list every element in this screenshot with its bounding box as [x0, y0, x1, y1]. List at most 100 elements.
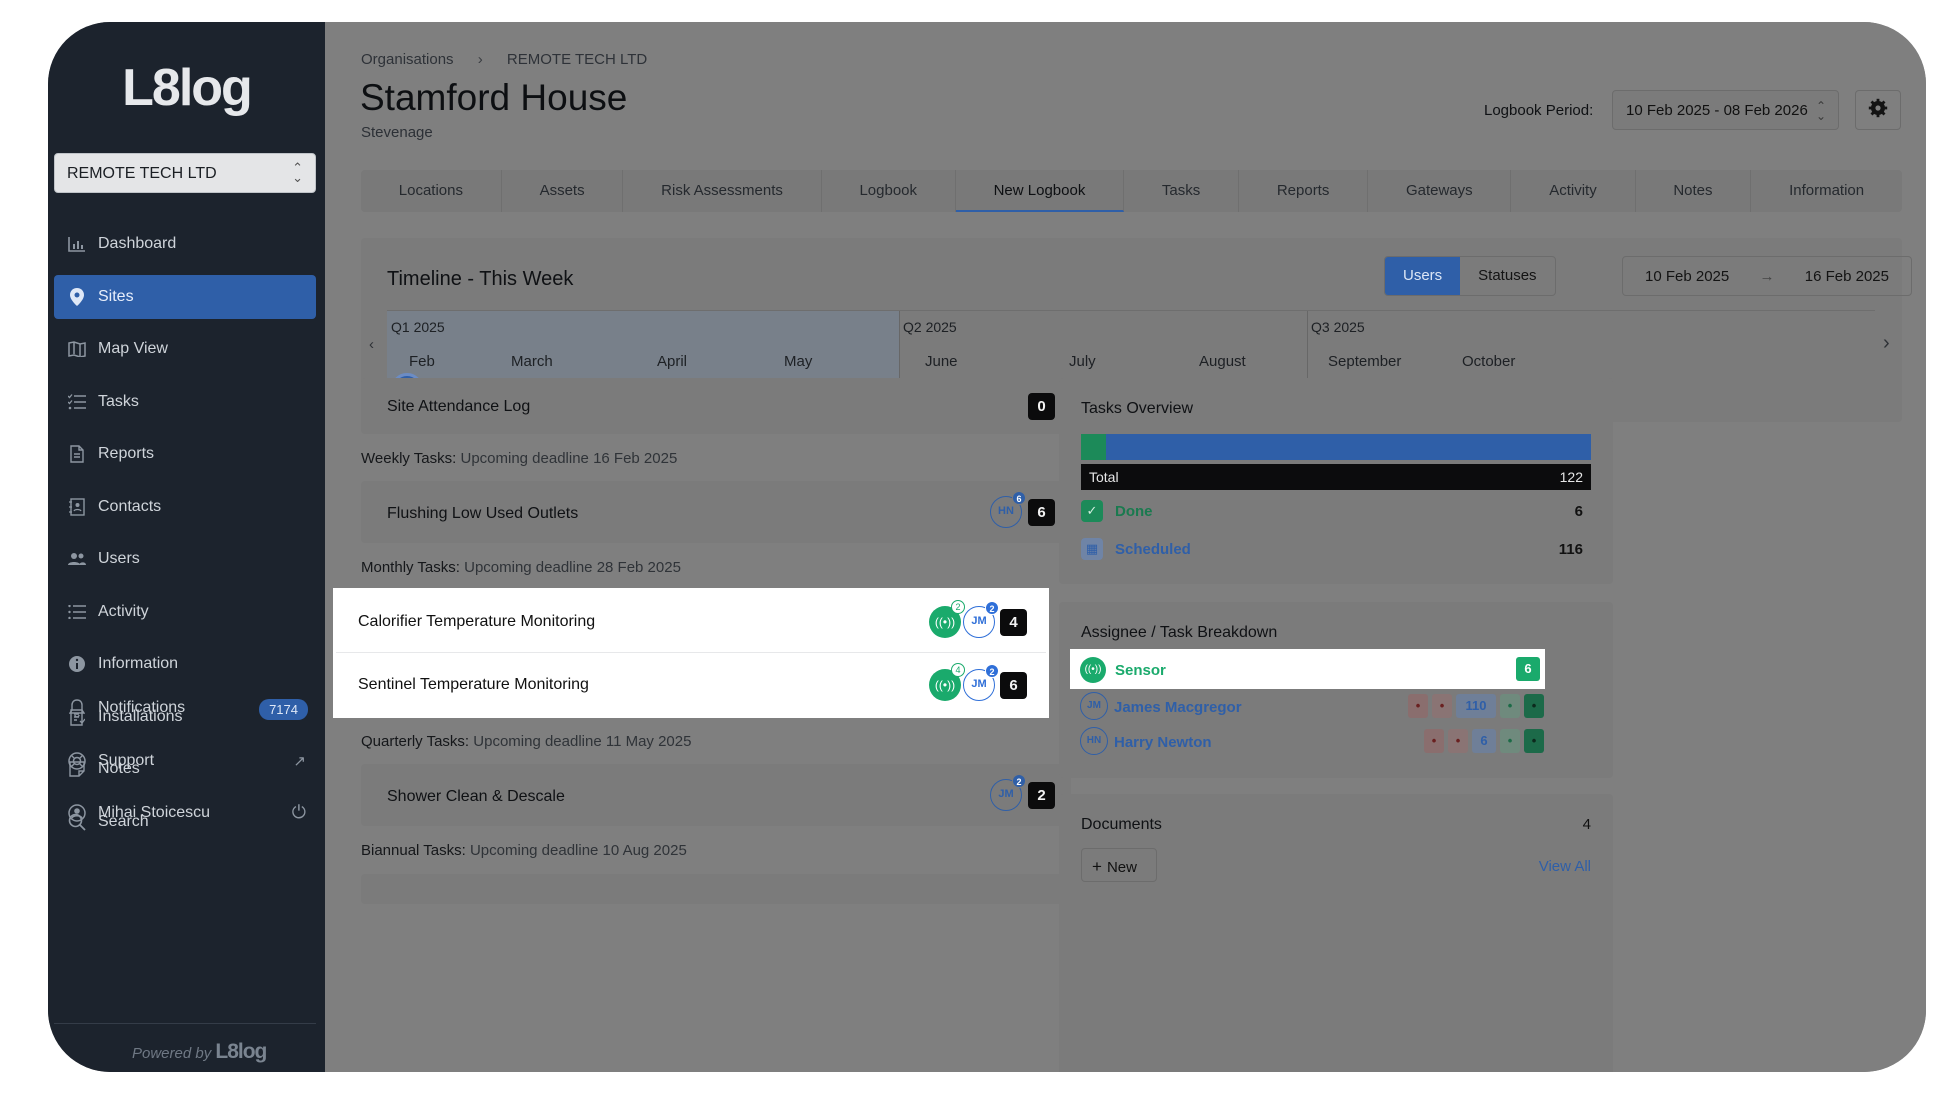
- task-card-flushing[interactable]: Flushing Low Used Outlets HN 6 6: [361, 481, 1071, 543]
- sidebar-item-contacts[interactable]: Contacts: [54, 485, 316, 529]
- activity-list-icon: [66, 601, 88, 623]
- overdue-pill: •: [1424, 729, 1444, 753]
- tab-logbook[interactable]: Logbook: [822, 170, 956, 212]
- map-icon: [66, 338, 88, 360]
- timeline-view-toggle: Users Statuses: [1384, 256, 1556, 296]
- sidebar-item-label: Notifications: [98, 699, 186, 716]
- check-circle-icon: ✓: [1081, 500, 1103, 522]
- user-avatar-icon: [66, 802, 88, 824]
- task-card-shower[interactable]: Shower Clean & Descale JM 2 2: [361, 764, 1071, 826]
- assignee-avatar: HN: [1080, 727, 1108, 755]
- avatar-initials: JM: [998, 788, 1014, 800]
- sidebar-item-map-view[interactable]: Map View: [54, 327, 316, 371]
- sidebar-item-label: Map View: [98, 340, 168, 357]
- assignee-row-sensor[interactable]: ((•)) Sensor 6: [1070, 649, 1545, 689]
- sensor-icon[interactable]: ((•)) 4: [929, 663, 965, 701]
- assignee-avatar[interactable]: JM 2: [990, 774, 1026, 811]
- sensor-icon: ((•)): [1080, 657, 1106, 683]
- select-caret-icon: ⌃ ⌄: [1815, 99, 1826, 123]
- site-attendance-card[interactable]: Site Attendance Log 0: [361, 378, 1071, 434]
- logbook-period-select[interactable]: 10 Feb 2025 - 08 Feb 2026 ⌃ ⌄: [1612, 90, 1839, 130]
- monthly-tasks-heading: Monthly Tasks: Upcoming deadline 28 Feb …: [361, 559, 681, 576]
- settings-button[interactable]: [1855, 90, 1901, 130]
- sidebar-item-users[interactable]: Users: [54, 537, 316, 581]
- task-card-sentinel[interactable]: Sentinel Temperature Monitoring ((•)) 4 J…: [336, 654, 1046, 716]
- arrow-right-icon: →: [1759, 268, 1775, 285]
- done-pill: •: [1524, 694, 1544, 718]
- breadcrumb-organisation[interactable]: REMOTE TECH LTD: [507, 51, 647, 68]
- new-button-label: New: [1106, 859, 1137, 876]
- tab-risk-assessments[interactable]: Risk Assessments: [623, 170, 822, 212]
- task-count-badge: 6: [1028, 499, 1055, 526]
- section-deadline: Upcoming deadline 28 Feb 2025: [464, 559, 681, 576]
- sensor-icon[interactable]: ((•)) 2: [929, 600, 965, 638]
- breadcrumb-organisations[interactable]: Organisations: [361, 51, 454, 68]
- calendar-icon: ▦: [1081, 538, 1103, 560]
- sidebar-item-information[interactable]: Information: [54, 642, 316, 686]
- toggle-users-button[interactable]: Users: [1385, 257, 1461, 295]
- sensor-count-badge: 2: [951, 600, 965, 614]
- timeline-prev-icon[interactable]: ‹: [369, 336, 374, 353]
- sidebar-item-reports[interactable]: Reports: [54, 432, 316, 476]
- logbook-period-value: 10 Feb 2025 - 08 Feb 2026: [1626, 102, 1808, 119]
- organisation-select-value: REMOTE TECH LTD: [67, 165, 217, 182]
- assignee-row-james[interactable]: JM James Macgregor • • 110 • •: [1080, 692, 1550, 724]
- assignee-avatar[interactable]: JM 2: [963, 664, 999, 701]
- quarter-label: Q1 2025: [391, 319, 445, 335]
- tab-information[interactable]: Information: [1751, 170, 1902, 212]
- tab-activity[interactable]: Activity: [1511, 170, 1636, 212]
- organisation-select[interactable]: REMOTE TECH LTD ⌃ ⌄: [54, 153, 316, 193]
- assignee-name: Harry Newton: [1114, 734, 1212, 751]
- task-card-partial[interactable]: [361, 874, 1071, 904]
- powered-by-text: Powered by: [132, 1045, 212, 1062]
- toggle-statuses-button[interactable]: Statuses: [1460, 257, 1554, 295]
- tab-notes[interactable]: Notes: [1636, 170, 1752, 212]
- main-content: Organisations › REMOTE TECH LTD Stamford…: [325, 22, 1926, 1072]
- quarterly-tasks-heading: Quarterly Tasks: Upcoming deadline 11 Ma…: [361, 733, 691, 750]
- sidebar-item-user[interactable]: Mihai Stoicescu ⏻: [54, 791, 316, 835]
- biannual-tasks-heading: Biannual Tasks: Upcoming deadline 10 Aug…: [361, 842, 687, 859]
- task-count-badge: 4: [1000, 609, 1027, 636]
- task-card-calorifier[interactable]: Calorifier Temperature Monitoring ((•)) 2…: [336, 591, 1046, 653]
- tab-gateways[interactable]: Gateways: [1368, 170, 1512, 212]
- tab-locations[interactable]: Locations: [361, 170, 502, 212]
- external-link-icon: ↗: [293, 752, 306, 770]
- timeline-title: Timeline - This Week: [387, 268, 574, 290]
- sidebar-item-sites[interactable]: Sites: [54, 274, 316, 319]
- tasks-scheduled-row[interactable]: ▦ Scheduled 116: [1081, 538, 1591, 561]
- view-all-link[interactable]: View All: [1539, 858, 1591, 875]
- power-icon[interactable]: ⏻: [292, 802, 306, 823]
- tasks-done-row[interactable]: ✓ Done 6: [1081, 500, 1591, 523]
- overdue-pill: •: [1408, 694, 1428, 718]
- gear-icon: [1868, 98, 1888, 123]
- tasks-overview-title: Tasks Overview: [1081, 400, 1194, 417]
- task-count-badge: 2: [1028, 782, 1055, 809]
- sidebar-item-dashboard[interactable]: Dashboard: [54, 222, 316, 266]
- tab-new-logbook[interactable]: New Logbook: [955, 170, 1125, 212]
- assignee-row-harry[interactable]: HN Harry Newton • • 6 • •: [1080, 727, 1550, 759]
- tab-tasks[interactable]: Tasks: [1124, 170, 1240, 212]
- sidebar-item-support[interactable]: Support ↗: [54, 739, 316, 783]
- info-icon: [66, 653, 88, 675]
- tab-reports[interactable]: Reports: [1239, 170, 1369, 212]
- new-document-button[interactable]: + New: [1081, 848, 1157, 882]
- month-label: July: [1069, 353, 1096, 370]
- sidebar-item-activity[interactable]: Activity: [54, 590, 316, 634]
- sensor-label: Sensor: [1115, 662, 1166, 679]
- month-label: October: [1462, 353, 1516, 370]
- bell-icon: [66, 697, 88, 719]
- sidebar-item-label: Support: [98, 751, 155, 769]
- site-attendance-label: Site Attendance Log: [387, 398, 531, 415]
- timeline-date-range[interactable]: 10 Feb 2025 → 16 Feb 2025: [1622, 256, 1912, 296]
- sidebar-item-tasks[interactable]: Tasks: [54, 380, 316, 424]
- avatar-count-badge: 6: [1012, 491, 1026, 505]
- weekly-tasks-heading: Weekly Tasks: Upcoming deadline 16 Feb 2…: [361, 450, 677, 467]
- pending-pill: •: [1500, 729, 1520, 753]
- tab-assets[interactable]: Assets: [502, 170, 624, 212]
- sidebar-divider: [54, 1023, 316, 1024]
- assignee-avatar[interactable]: JM 2: [963, 601, 999, 638]
- timeline-next-icon[interactable]: ›: [1883, 332, 1890, 355]
- assignee-avatar[interactable]: HN 6: [990, 491, 1026, 528]
- notifications-count-badge: 7174: [259, 699, 308, 720]
- sidebar-item-notifications[interactable]: Notifications 7174: [54, 686, 316, 730]
